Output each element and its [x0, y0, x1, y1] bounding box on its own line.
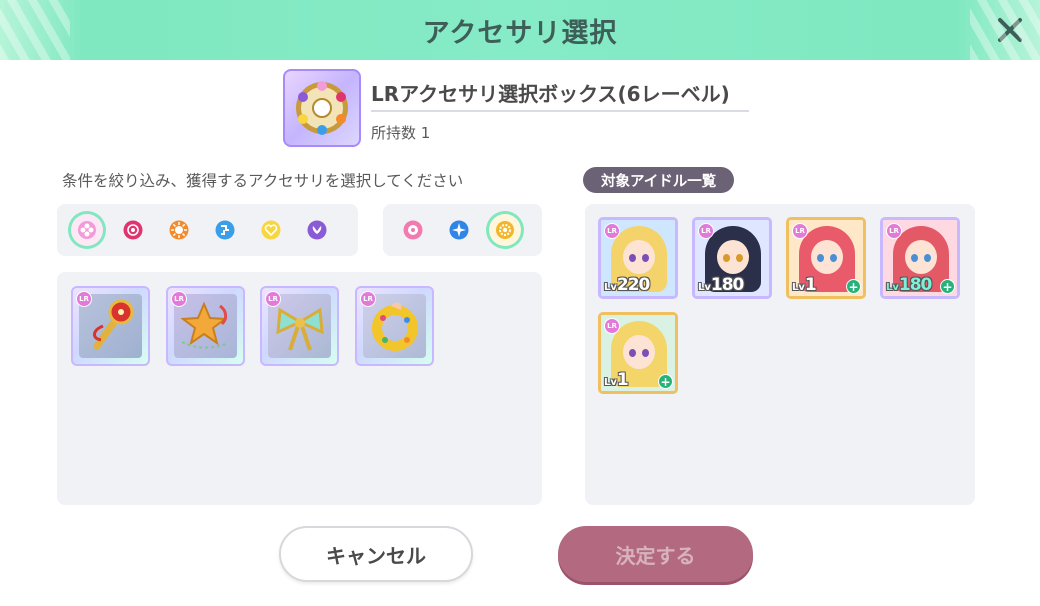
selection-box-icon [283, 69, 361, 147]
lr-badge: LR [604, 223, 620, 239]
heart-icon [261, 220, 281, 240]
ribbon-icon [275, 307, 324, 351]
idol-card[interactable]: LR Lv1 + [598, 312, 678, 394]
sunflower-icon [496, 221, 514, 239]
idol-level: Lv180 [698, 275, 744, 295]
item-count: 所持数 1 [371, 124, 431, 142]
wreath-icon [371, 302, 418, 351]
item-name: LRアクセサリ選択ボックス(6レーベル) [371, 82, 730, 106]
idol-list-label: 対象アイドル一覧 [583, 167, 735, 193]
filter-label-4[interactable] [209, 214, 241, 246]
label-filter-group [57, 204, 358, 256]
idol-level: Lv1 [792, 275, 817, 295]
sakura-icon [403, 220, 423, 240]
instruction-text: 条件を絞り込み、獲得するアクセサリを選択してください [62, 172, 464, 190]
idol-level: Lv1 [604, 370, 629, 390]
rose-icon [123, 220, 143, 240]
sun-icon [169, 220, 189, 240]
accessory-card-wreath[interactable]: LR [355, 286, 434, 366]
filter-label-2[interactable] [117, 214, 149, 246]
filter-type-2[interactable] [443, 214, 475, 246]
plus-icon: + [940, 279, 955, 294]
filter-label-5[interactable] [255, 214, 287, 246]
wing-icon [307, 220, 327, 240]
lr-badge: LR [265, 291, 281, 307]
star-icon [449, 220, 469, 240]
lr-badge: LR [886, 223, 902, 239]
filter-label-1[interactable] [71, 214, 103, 246]
lr-badge: LR [698, 223, 714, 239]
lr-badge: LR [171, 291, 187, 307]
plus-icon: + [846, 279, 861, 294]
circuit-icon [215, 220, 235, 240]
accessory-card-star-wand[interactable]: LR [166, 286, 245, 366]
filter-label-6[interactable] [301, 214, 333, 246]
confirm-button[interactable]: 決定する [558, 526, 753, 582]
scepter-icon [92, 299, 133, 350]
lr-badge: LR [604, 318, 620, 334]
idol-level: Lv180 [886, 275, 932, 295]
cancel-button[interactable]: キャンセル [279, 526, 473, 582]
filter-type-3[interactable] [489, 214, 521, 246]
flower-icon [78, 221, 96, 239]
dialog-title: アクセサリ選択 [422, 17, 618, 49]
idol-card[interactable]: LR Lv180 + [880, 217, 960, 299]
close-button[interactable] [990, 10, 1030, 50]
accessory-card-ribbon[interactable]: LR [260, 286, 339, 366]
idol-level: Lv220 [604, 275, 650, 295]
filter-label-3[interactable] [163, 214, 195, 246]
accessory-select-dialog: アクセサリ選択 LRアクセサリ選択ボックス(6レーベル) 所持数 1 条件を絞り… [0, 0, 1040, 606]
lr-badge: LR [360, 291, 376, 307]
item-name-divider [371, 110, 749, 112]
idol-card[interactable]: LR Lv1 + [786, 217, 866, 299]
star-wand-icon [179, 301, 228, 349]
idol-card[interactable]: LR Lv180 [692, 217, 772, 299]
dialog-header: アクセサリ選択 [0, 0, 1040, 60]
plus-icon: + [658, 374, 673, 389]
type-filter-group [383, 204, 542, 256]
idol-card[interactable]: LR Lv220 [598, 217, 678, 299]
accessory-card-scepter[interactable]: LR [71, 286, 150, 366]
lr-badge: LR [76, 291, 92, 307]
close-icon [998, 18, 1022, 42]
filter-type-1[interactable] [397, 214, 429, 246]
lr-badge: LR [792, 223, 808, 239]
